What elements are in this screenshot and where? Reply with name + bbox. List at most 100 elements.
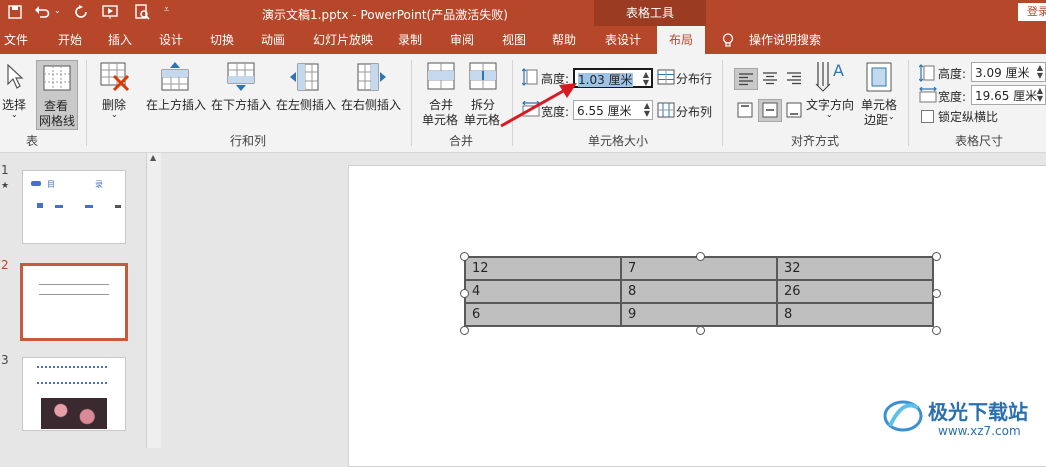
align-top-icon[interactable] (737, 102, 753, 118)
table-cell[interactable]: 26 (776, 279, 934, 304)
lock-aspect-label[interactable]: 锁定纵横比 (938, 108, 998, 125)
view-gridlines-button[interactable]: 查看 网格线 (36, 60, 78, 130)
thumb-text: 录 (95, 180, 103, 189)
tab-home[interactable]: 开始 (50, 26, 90, 54)
table-cell[interactable]: 8 (620, 279, 778, 304)
tab-table-design[interactable]: 表设计 (597, 26, 649, 54)
table-width-icon (919, 87, 937, 103)
group-label-merge: 合并 (449, 134, 474, 148)
tab-insert[interactable]: 插入 (102, 26, 138, 54)
row-height-input[interactable]: 1.03 厘米 ▲ ▼ (573, 68, 653, 88)
thumb-text: 目 (47, 180, 55, 189)
separator (86, 60, 87, 146)
resize-handle[interactable] (932, 289, 941, 298)
thumb-shape (115, 205, 121, 208)
redo-icon[interactable] (74, 5, 88, 19)
tab-design[interactable]: 设计 (153, 26, 189, 54)
cell-margins-dropdown-icon[interactable]: ⌄ (888, 112, 895, 121)
thumbnail-scrollbar[interactable]: ▲ (146, 153, 161, 448)
cell-margins-icon (866, 62, 892, 92)
resize-handle[interactable] (460, 326, 469, 335)
table-cell[interactable]: 12 (464, 256, 622, 281)
table-row: 6 9 8 (464, 302, 934, 327)
tab-layout[interactable]: 布局 (657, 26, 705, 54)
distribute-columns-button[interactable]: 分布列 (676, 103, 712, 120)
spinner-icon[interactable]: ▲ ▼ (644, 102, 650, 118)
tab-review[interactable]: 审阅 (444, 26, 480, 54)
tab-animations[interactable]: 动画 (255, 26, 291, 54)
table-width-input[interactable]: 19.65 厘米 ▲ ▼ (971, 85, 1046, 105)
star-icon: ★ (1, 181, 10, 191)
tab-transitions[interactable]: 切换 (204, 26, 240, 54)
group-label-rows-cols: 行和列 (230, 134, 267, 148)
delete-table-icon (100, 62, 130, 92)
tab-help[interactable]: 帮助 (546, 26, 582, 54)
table-width-value: 19.65 厘米 (975, 89, 1038, 103)
delete-dropdown-icon[interactable]: ⌄ (111, 110, 118, 119)
align-center-icon[interactable] (762, 71, 778, 85)
distribute-rows-button[interactable]: 分布行 (676, 70, 712, 87)
row-height-value: 1.03 厘米 (578, 73, 633, 87)
insert-right-button[interactable]: 在右侧插入 (341, 96, 401, 113)
undo-dropdown-icon[interactable]: ⌄ (54, 6, 61, 15)
align-bottom-icon[interactable] (786, 102, 802, 118)
table-tools-label: 表格工具 (594, 0, 706, 26)
view-gridlines-label-2: 网格线 (39, 114, 76, 128)
undo-icon[interactable] (34, 5, 50, 19)
insert-below-button[interactable]: 在下方插入 (211, 96, 271, 113)
column-width-input[interactable]: 6.55 厘米 ▲ ▼ (573, 100, 653, 120)
resize-handle[interactable] (696, 252, 705, 261)
table-cell[interactable]: 4 (464, 279, 622, 304)
table-width-label: 宽度: (938, 90, 967, 104)
resize-handle[interactable] (460, 289, 469, 298)
merge-cells-icon (427, 62, 455, 90)
spinner-icon[interactable]: ▲ ▼ (643, 71, 649, 87)
thumb-shape (31, 181, 41, 186)
merge-cells-label-2[interactable]: 单元格 (422, 111, 458, 128)
table-cell[interactable]: 9 (620, 302, 778, 327)
align-middle-button[interactable] (758, 99, 782, 122)
insert-above-button[interactable]: 在上方插入 (146, 96, 206, 113)
spinner-icon[interactable]: ▲ ▼ (1037, 87, 1043, 103)
slide-thumbnail-2[interactable] (20, 263, 128, 341)
slideshow-from-start-icon[interactable] (102, 4, 118, 20)
resize-handle[interactable] (460, 252, 469, 261)
tab-slideshow[interactable]: 幻灯片放映 (305, 26, 381, 54)
customize-toolbar-icon[interactable]: ⩡ (164, 5, 169, 15)
slide-number: 1 (1, 163, 9, 177)
print-preview-icon[interactable] (134, 4, 150, 20)
insert-left-button[interactable]: 在左侧插入 (276, 96, 336, 113)
tab-file[interactable]: 文件 (0, 26, 32, 54)
align-left-button[interactable] (734, 68, 758, 90)
table-cell[interactable]: 6 (464, 302, 622, 327)
slide-thumbnail-1[interactable]: 目 录 (22, 170, 126, 244)
scroll-up-icon[interactable]: ▲ (150, 153, 156, 162)
group-label-cell-size: 单元格大小 (588, 134, 649, 148)
resize-handle[interactable] (932, 326, 941, 335)
table-height-value: 3.09 厘米 (975, 66, 1030, 80)
align-right-icon[interactable] (786, 71, 802, 85)
save-icon[interactable] (8, 5, 22, 19)
login-button[interactable]: 登录 (1018, 3, 1046, 21)
tell-me-search[interactable]: 操作说明搜索 (746, 26, 824, 54)
spinner-icon[interactable]: ▲ ▼ (1037, 64, 1043, 80)
tab-view[interactable]: 视图 (496, 26, 532, 54)
table[interactable]: 12 7 32 4 8 26 6 9 8 (464, 256, 934, 327)
title-bar: ⌄ ⩡ 演示文稿1.pptx - PowerPoint(产品激活失败) 表格工具… (0, 0, 1046, 26)
text-direction-dropdown-icon[interactable]: ⌄ (826, 110, 833, 119)
grid-icon (43, 65, 71, 91)
resize-handle[interactable] (696, 326, 705, 335)
table-height-label: 高度: (938, 67, 967, 81)
column-width-value: 6.55 厘米 (577, 104, 632, 118)
select-dropdown-icon[interactable]: ⌄ (11, 110, 18, 119)
table-height-input[interactable]: 3.09 厘米 ▲ ▼ (971, 62, 1046, 82)
table-cell[interactable]: 32 (776, 256, 934, 281)
lock-aspect-checkbox[interactable] (921, 110, 934, 123)
slide-thumbnail-3[interactable] (22, 357, 126, 431)
resize-handle[interactable] (932, 252, 941, 261)
cell-margins-label-2[interactable]: 边距 (864, 111, 888, 128)
thumb-image (41, 398, 107, 429)
tab-record[interactable]: 录制 (392, 26, 428, 54)
table-cell[interactable]: 8 (776, 302, 934, 327)
cursor-icon (7, 64, 24, 89)
